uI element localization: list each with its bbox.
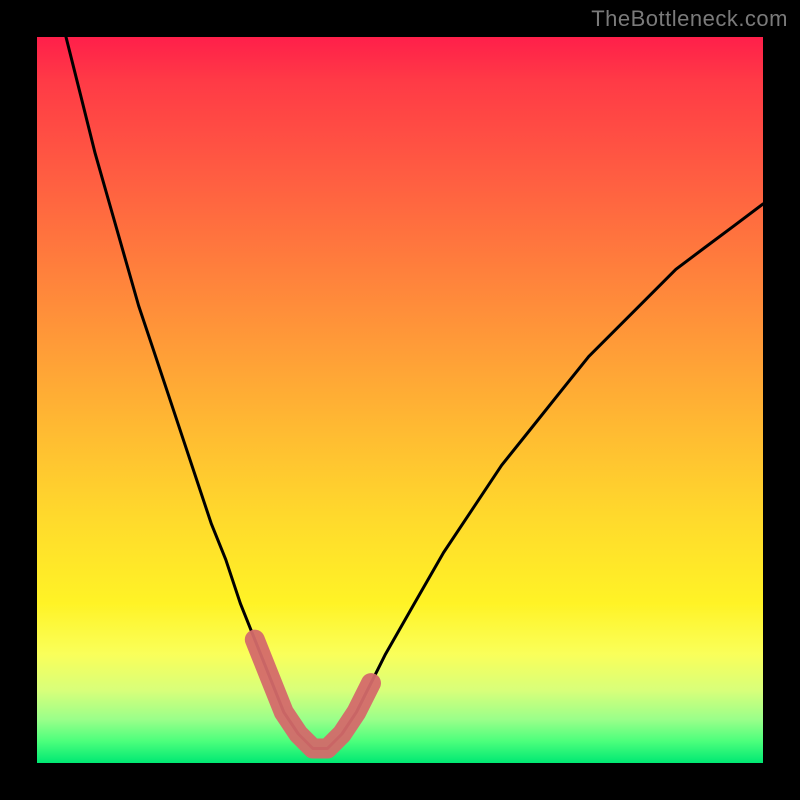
chart-frame: TheBottleneck.com bbox=[0, 0, 800, 800]
main-curve bbox=[66, 37, 763, 749]
plot-area bbox=[37, 37, 763, 763]
watermark-text: TheBottleneck.com bbox=[591, 6, 788, 32]
curve-svg bbox=[37, 37, 763, 763]
highlight-segment bbox=[255, 640, 371, 749]
